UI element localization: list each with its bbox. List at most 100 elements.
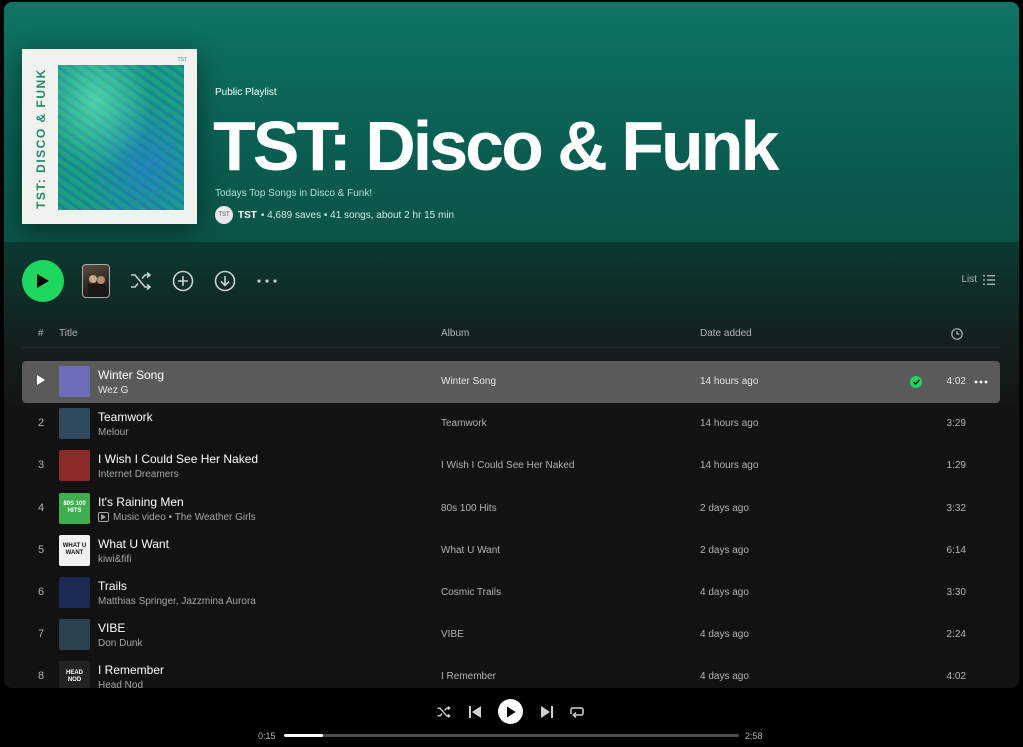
track-title[interactable]: VIBE bbox=[98, 621, 125, 635]
preview-thumbnail[interactable] bbox=[82, 264, 110, 298]
play-icon bbox=[37, 274, 49, 288]
track-date-added: 4 days ago bbox=[700, 629, 749, 641]
music-video-icon bbox=[98, 512, 109, 523]
track-date-added: 4 days ago bbox=[700, 671, 749, 683]
track-number: 6 bbox=[37, 586, 45, 598]
clock-icon bbox=[951, 328, 963, 340]
track-album[interactable]: 80s 100 Hits bbox=[441, 503, 497, 514]
track-row[interactable]: 3 I Wish I Could See Her Naked Internet Dr… bbox=[22, 445, 1000, 487]
header-duration[interactable] bbox=[951, 328, 963, 343]
track-row[interactable]: 4 80S 100 HITS It's Raining Men Music video… bbox=[22, 488, 1000, 530]
track-thumbnail bbox=[59, 366, 90, 397]
view-label: List bbox=[961, 274, 977, 285]
playlist-meta: TST TST • 4,689 saves • 41 songs, about … bbox=[215, 206, 454, 224]
track-duration: 4:02 bbox=[946, 376, 966, 387]
track-date-added: 14 hours ago bbox=[700, 376, 759, 387]
playlist-type-label: Public Playlist bbox=[215, 87, 277, 98]
track-album[interactable]: Winter Song bbox=[441, 376, 496, 387]
header-album[interactable]: Album bbox=[441, 328, 469, 339]
playlist-cover[interactable]: TST: DISCO & FUNK TST bbox=[22, 49, 197, 224]
track-thumbnail bbox=[59, 619, 90, 651]
header-date-added[interactable]: Date added bbox=[700, 328, 752, 339]
track-row[interactable]: Winter Song Wez G Winter Song 14 hours ago 4… bbox=[22, 361, 1000, 403]
track-album[interactable]: I Remember bbox=[441, 671, 496, 682]
track-artist[interactable]: Head Nod bbox=[98, 680, 143, 688]
add-circle-icon bbox=[172, 270, 194, 292]
track-row[interactable]: 7 VIBE Don Dunk VIBE 4 days ago 2:24 bbox=[22, 614, 1000, 656]
cover-title-text: TST: DISCO & FUNK bbox=[34, 68, 48, 209]
track-row[interactable]: 8 HEAD NOD I Remember Head Nod I Remember 4 d… bbox=[22, 656, 1000, 688]
more-icon bbox=[257, 279, 277, 283]
player-play-button[interactable] bbox=[498, 699, 523, 724]
track-album[interactable]: Teamwork bbox=[441, 418, 487, 429]
track-title[interactable]: It's Raining Men bbox=[98, 495, 184, 509]
track-artist-line: Don Dunk bbox=[98, 638, 142, 649]
thumb-text: HEAD NOD bbox=[65, 669, 83, 683]
track-album[interactable]: What U Want bbox=[441, 545, 500, 556]
action-bar: List bbox=[4, 260, 1019, 304]
track-artist[interactable]: Matthias Springer, Jazzmina Aurora bbox=[98, 596, 256, 607]
list-icon bbox=[983, 274, 995, 285]
row-more-button[interactable] bbox=[974, 373, 988, 387]
track-thumbnail bbox=[59, 577, 90, 608]
playlist-view: TST: DISCO & FUNK TST Public Playlist TS… bbox=[4, 2, 1019, 688]
track-thumbnail bbox=[59, 450, 90, 482]
track-duration: 2:24 bbox=[946, 629, 966, 641]
track-number: 5 bbox=[37, 543, 45, 556]
track-thumbnail: 80S 100 HITS bbox=[59, 492, 90, 524]
track-artist[interactable]: kiwi&fifi bbox=[98, 554, 131, 565]
repeat-button[interactable] bbox=[569, 704, 585, 720]
track-duration: 3:30 bbox=[946, 587, 966, 598]
owner-avatar[interactable]: TST bbox=[215, 206, 233, 224]
track-title[interactable]: I Wish I Could See Her Naked bbox=[98, 452, 258, 466]
track-date-added: 2 days ago bbox=[700, 544, 749, 556]
track-date-added: 4 days ago bbox=[700, 587, 749, 598]
track-title[interactable]: Winter Song bbox=[98, 368, 164, 382]
previous-icon bbox=[469, 706, 481, 718]
track-artist-line: Matthias Springer, Jazzmina Aurora bbox=[98, 596, 256, 607]
track-artist[interactable]: Don Dunk bbox=[98, 638, 142, 649]
shuffle-icon bbox=[437, 706, 451, 718]
track-album[interactable]: VIBE bbox=[441, 629, 464, 640]
track-artist-line: Music video • The Weather Girls bbox=[98, 512, 256, 523]
track-title[interactable]: What U Want bbox=[98, 537, 169, 551]
track-row[interactable]: 5 WHAT U WANT What U Want kiwi&fifi What U W… bbox=[22, 530, 1000, 572]
owner-name[interactable]: TST bbox=[238, 210, 257, 221]
tracklist-header: # Title Album Date added bbox=[22, 322, 1000, 348]
progress-bar[interactable] bbox=[284, 734, 739, 737]
saved-check-icon[interactable] bbox=[910, 376, 922, 388]
track-artist[interactable]: Wez G bbox=[98, 385, 128, 396]
track-title[interactable]: Teamwork bbox=[98, 410, 153, 424]
play-button[interactable] bbox=[22, 260, 64, 302]
next-button[interactable] bbox=[539, 704, 555, 720]
track-album[interactable]: I Wish I Could See Her Naked bbox=[441, 460, 574, 471]
track-row[interactable]: 2 Teamwork Melour Teamwork 14 hours ago 3:29 bbox=[22, 403, 1000, 445]
track-number: 2 bbox=[37, 417, 45, 430]
add-to-library-button[interactable] bbox=[171, 269, 195, 293]
track-number: 7 bbox=[37, 628, 45, 641]
header-title[interactable]: Title bbox=[59, 328, 78, 339]
play-icon bbox=[506, 706, 515, 717]
track-album[interactable]: Cosmic Trails bbox=[441, 587, 501, 598]
track-title[interactable]: Trails bbox=[98, 579, 127, 593]
track-artist[interactable]: Internet Dreamers bbox=[98, 469, 179, 480]
view-toggle[interactable]: List bbox=[961, 274, 995, 285]
play-icon bbox=[37, 375, 45, 385]
shuffle-button[interactable] bbox=[129, 269, 153, 293]
track-artist[interactable]: Melour bbox=[98, 427, 129, 438]
more-options-button[interactable] bbox=[255, 269, 279, 293]
track-date-added: 14 hours ago bbox=[700, 460, 759, 472]
download-button[interactable] bbox=[213, 269, 237, 293]
track-row[interactable]: 6 Trails Matthias Springer, Jazzmina Auror… bbox=[22, 572, 1000, 614]
cover-small-text: TST bbox=[177, 57, 187, 63]
elapsed-time: 0:15 bbox=[258, 731, 276, 741]
track-artist[interactable]: • The Weather Girls bbox=[169, 512, 256, 523]
track-title[interactable]: I Remember bbox=[98, 663, 164, 677]
more-icon bbox=[974, 380, 988, 384]
previous-button[interactable] bbox=[467, 704, 483, 720]
row-play-button[interactable] bbox=[22, 375, 60, 388]
track-number: 3 bbox=[37, 459, 45, 472]
download-icon bbox=[214, 270, 236, 292]
total-time: 2:58 bbox=[745, 731, 763, 741]
player-shuffle-button[interactable] bbox=[436, 704, 452, 720]
